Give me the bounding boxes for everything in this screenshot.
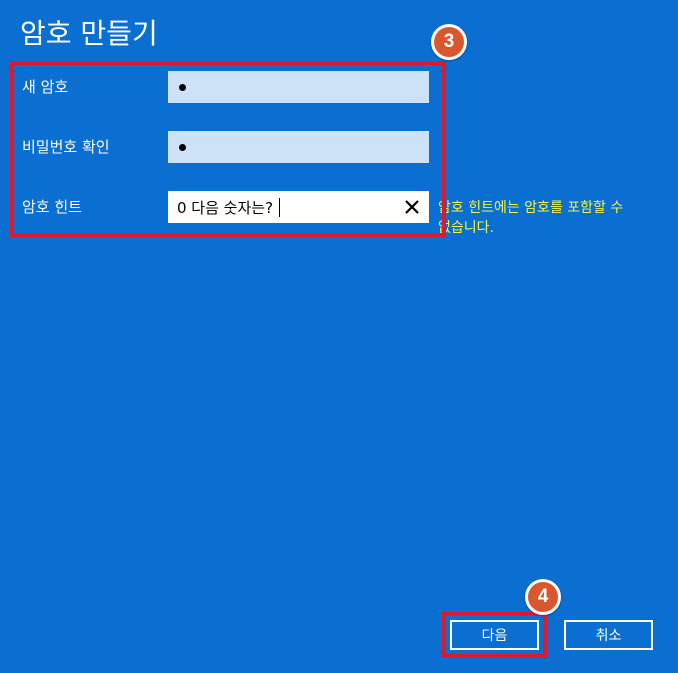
hint-warning-text: 암호 힌트에는 암호를 포함할 수 없습니다. (438, 200, 624, 236)
annotation-step-badge-3: 3 (431, 24, 467, 60)
cancel-button[interactable]: 취소 (564, 620, 653, 650)
annotation-highlight-form (10, 61, 446, 237)
cancel-button-label: 취소 (595, 628, 622, 644)
annotation-step-badge-4: 4 (525, 579, 561, 615)
page-title: 암호 만들기 (20, 17, 158, 50)
annotation-highlight-next-button (442, 612, 547, 658)
